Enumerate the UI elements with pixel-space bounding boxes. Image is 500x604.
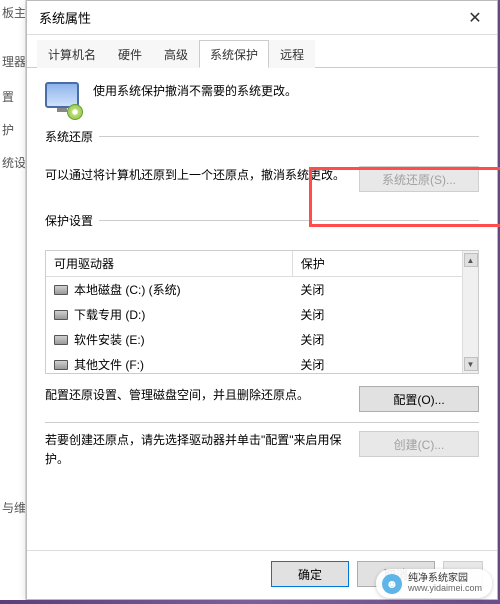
configure-description: 配置还原设置、管理磁盘空间，并且删除还原点。 [45,386,345,405]
tab-computer-name[interactable]: 计算机名 [37,40,107,68]
ok-button[interactable]: 确定 [271,561,349,587]
drive-table-scrollbar[interactable]: ▲ ▼ [462,251,478,373]
table-row[interactable]: 下载专用 (D:) 关闭 [46,302,462,327]
table-row[interactable]: 本地磁盘 (C:) (系统) 关闭 [46,277,462,302]
close-button[interactable]: ✕ [459,6,491,30]
intro-text: 使用系统保护撤消不需要的系统更改。 [93,82,297,99]
titlebar: 系统属性 ✕ [27,1,497,35]
background-panel-left: 板主 理器 置 护 统设 与维 [0,0,26,604]
system-protection-icon [45,82,81,118]
tab-bar: 计算机名 硬件 高级 系统保护 远程 [27,35,497,68]
dialog-title: 系统属性 [39,8,91,27]
restore-description: 可以通过将计算机还原到上一个还原点，撤消系统更改。 [45,166,345,185]
close-icon: ✕ [468,8,481,28]
watermark-logo-icon: ☻ [382,574,402,594]
create-button[interactable]: 创建(C)... [359,431,479,457]
tab-system-protection[interactable]: 系统保护 [199,40,269,68]
scroll-down-icon[interactable]: ▼ [464,357,478,371]
section-label-restore: 系统还原 [45,128,99,145]
tab-advanced[interactable]: 高级 [153,40,199,68]
tab-content: 使用系统保护撤消不需要的系统更改。 系统还原 可以通过将计算机还原到上一个还原点… [27,68,497,550]
drive-table: 可用驱动器 保护 本地磁盘 (C:) (系统) 关闭 下载专用 (D:) 关闭 … [45,250,479,374]
intro-row: 使用系统保护撤消不需要的系统更改。 [45,82,479,118]
table-row[interactable]: 其他文件 (F:) 关闭 [46,352,462,373]
section-label-protection: 保护设置 [45,212,99,229]
table-row[interactable]: 软件安装 (E:) 关闭 [46,327,462,352]
desktop-strip [0,600,500,604]
drive-icon [54,310,68,320]
watermark: ☻ 纯净系统家园 www.yidaimei.com [376,569,492,598]
system-properties-dialog: 系统属性 ✕ 计算机名 硬件 高级 系统保护 远程 使用系统保护撤消不需要的系统… [26,0,498,600]
column-header-drive[interactable]: 可用驱动器 [46,251,293,276]
drive-icon [54,335,68,345]
tab-hardware[interactable]: 硬件 [107,40,153,68]
scroll-up-icon[interactable]: ▲ [464,253,478,267]
watermark-url: www.yidaimei.com [408,584,482,594]
system-restore-button[interactable]: 系统还原(S)... [359,166,479,192]
drive-icon [54,285,68,295]
tab-remote[interactable]: 远程 [269,40,315,68]
drive-icon [54,360,68,370]
column-header-protection[interactable]: 保护 [293,251,462,276]
configure-button[interactable]: 配置(O)... [359,386,479,412]
create-description: 若要创建还原点，请先选择驱动器并单击"配置"来启用保护。 [45,431,345,469]
